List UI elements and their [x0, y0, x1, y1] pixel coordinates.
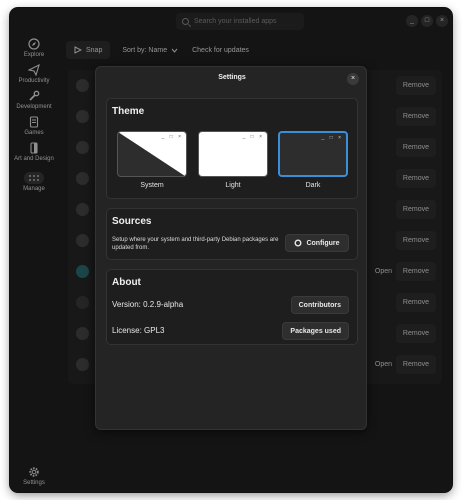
license-text: License: GPL3: [112, 326, 165, 335]
light-theme-preview: _ □ ×: [198, 131, 268, 177]
theme-label: Light: [225, 182, 241, 189]
dark-theme-preview: _ □ ×: [278, 131, 348, 177]
configure-label: Configure: [306, 239, 340, 247]
contributors-button[interactable]: Contributors: [290, 296, 349, 314]
theme-option-light[interactable]: _ □ × Light: [198, 131, 268, 189]
about-title: About: [112, 277, 141, 288]
refresh-icon: [294, 239, 302, 247]
about-card: About Version: 0.2.9-alpha Contributors …: [106, 269, 358, 345]
theme-label: Dark: [305, 182, 321, 189]
sources-description: Setup where your system and third-party …: [112, 237, 279, 251]
app-window: Search your installed apps _ □ × Explore…: [10, 8, 452, 492]
theme-title: Theme: [112, 106, 145, 117]
packages-used-button[interactable]: Packages used: [282, 322, 349, 340]
settings-dialog: Settings × Theme _ □ × System _ □ × Ligh…: [95, 66, 367, 430]
version-text: Version: 0.2.9-alpha: [112, 300, 184, 309]
system-theme-preview: _ □ ×: [117, 131, 187, 177]
sources-title: Sources: [112, 216, 152, 227]
theme-label: System: [140, 182, 164, 189]
theme-option-dark[interactable]: _ □ × Dark: [278, 131, 348, 189]
sources-card: Sources Setup where your system and thir…: [106, 208, 358, 260]
configure-button[interactable]: Configure: [285, 234, 349, 252]
dialog-title: Settings: [218, 74, 246, 81]
dialog-close-button[interactable]: ×: [347, 73, 359, 85]
theme-option-system[interactable]: _ □ × System: [117, 131, 187, 189]
theme-card: Theme _ □ × System _ □ × Light _ □ × Dar…: [106, 98, 358, 199]
